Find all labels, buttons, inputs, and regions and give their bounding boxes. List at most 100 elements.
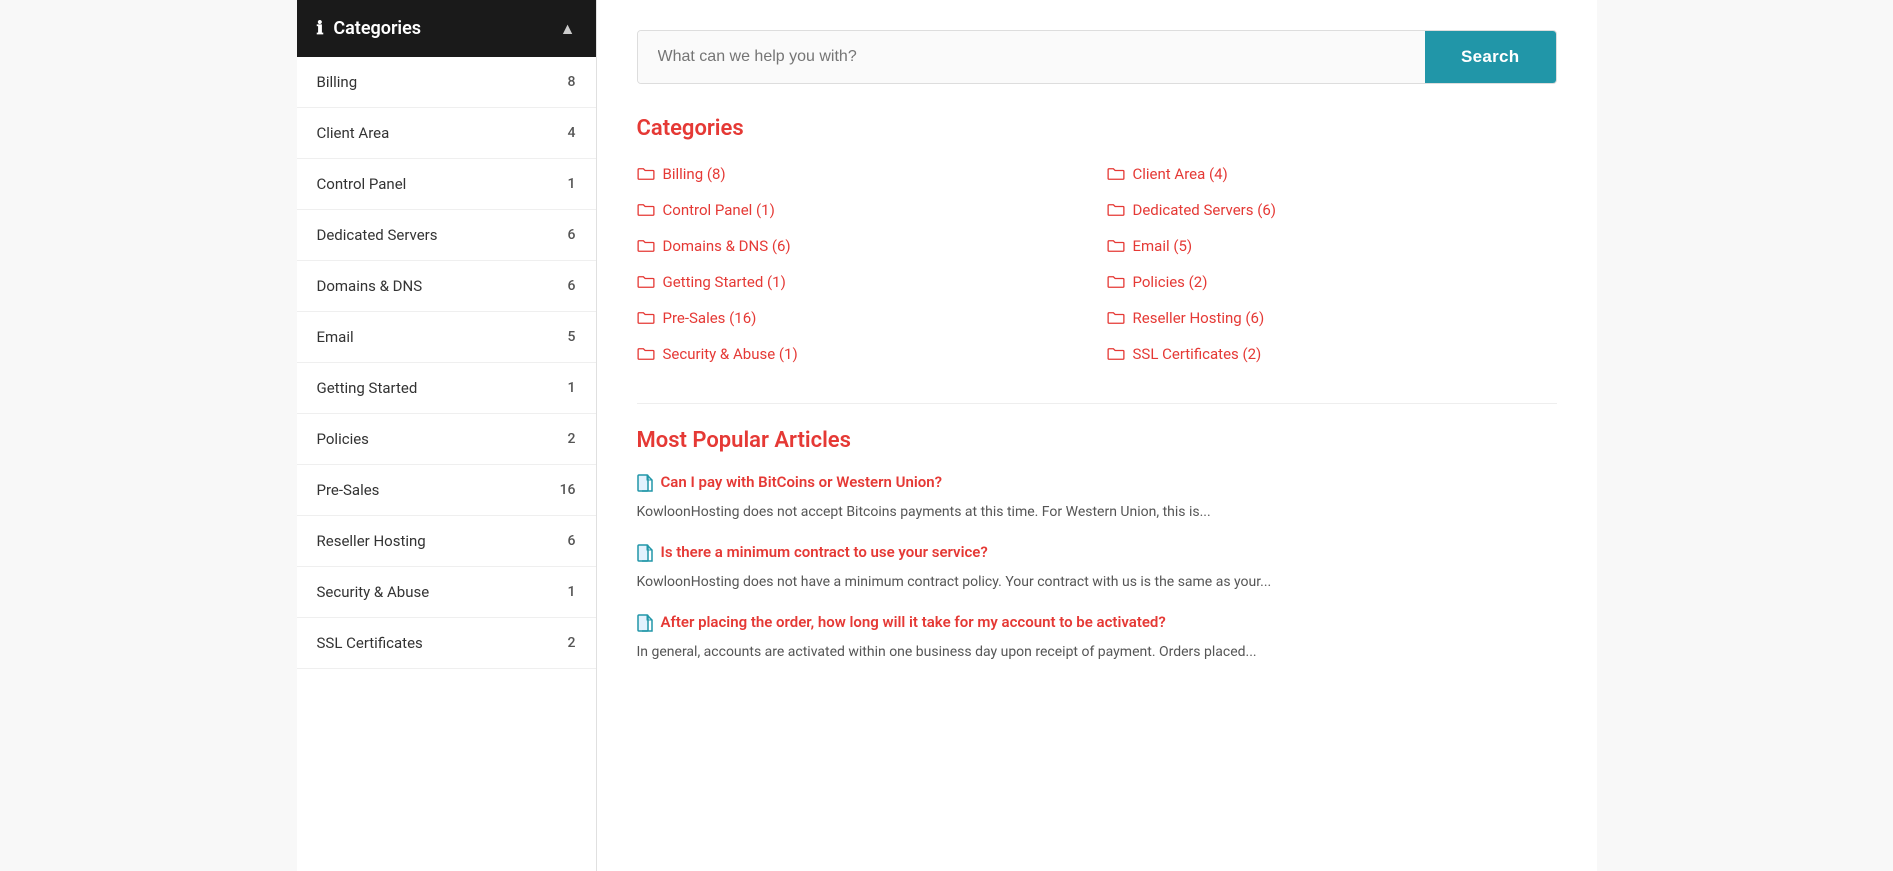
sidebar-item-count: 1 <box>568 176 576 192</box>
popular-articles-title: Most Popular Articles <box>637 428 1557 453</box>
folder-icon <box>1107 347 1125 361</box>
category-label: Email (5) <box>1133 237 1193 255</box>
category-label: Client Area (4) <box>1133 165 1228 183</box>
sidebar-item-label: Reseller Hosting <box>317 532 426 550</box>
sidebar-item-count: 6 <box>568 278 576 294</box>
sidebar-item-count: 4 <box>568 125 576 141</box>
article-item: Is there a minimum contract to use your … <box>637 543 1557 593</box>
sidebar: ℹ Categories ▲ Billing 8 Client Area 4 C… <box>297 0 597 871</box>
document-icon <box>637 544 653 566</box>
sidebar-item[interactable]: Policies 2 <box>297 414 596 465</box>
category-label: Domains & DNS (6) <box>663 237 791 255</box>
folder-icon <box>1107 311 1125 325</box>
sidebar-item-label: Dedicated Servers <box>317 226 438 244</box>
popular-articles-section: Most Popular Articles Can I pay with Bit… <box>637 428 1557 663</box>
sidebar-item-count: 16 <box>560 482 576 498</box>
category-label: Dedicated Servers (6) <box>1133 201 1277 219</box>
category-label: Billing (8) <box>663 165 726 183</box>
folder-icon <box>1107 167 1125 181</box>
category-item[interactable]: Getting Started (1) <box>637 269 1087 295</box>
article-item: Can I pay with BitCoins or Western Union… <box>637 473 1557 523</box>
sidebar-item-count: 2 <box>568 635 576 651</box>
category-label: Policies (2) <box>1133 273 1208 291</box>
search-input[interactable] <box>638 31 1425 83</box>
article-item: After placing the order, how long will i… <box>637 613 1557 663</box>
sidebar-item-label: Pre-Sales <box>317 481 380 499</box>
category-label: Reseller Hosting (6) <box>1133 309 1265 327</box>
category-label: Getting Started (1) <box>663 273 786 291</box>
article-link[interactable]: Is there a minimum contract to use your … <box>637 543 1557 566</box>
sidebar-item-count: 8 <box>568 74 576 90</box>
sidebar-item[interactable]: Email 5 <box>297 312 596 363</box>
category-item[interactable]: SSL Certificates (2) <box>1107 341 1557 367</box>
categories-title: Categories <box>637 116 1557 141</box>
article-link[interactable]: Can I pay with BitCoins or Western Union… <box>637 473 1557 496</box>
sidebar-item[interactable]: Dedicated Servers 6 <box>297 210 596 261</box>
sidebar-header-left: ℹ Categories <box>317 18 422 39</box>
sidebar-header: ℹ Categories ▲ <box>297 0 596 57</box>
sidebar-item-label: Billing <box>317 73 358 91</box>
search-button[interactable]: Search <box>1425 31 1556 83</box>
folder-icon <box>637 203 655 217</box>
folder-icon <box>637 239 655 253</box>
articles-list: Can I pay with BitCoins or Western Union… <box>637 473 1557 663</box>
document-icon <box>637 474 653 496</box>
category-item[interactable]: Reseller Hosting (6) <box>1107 305 1557 331</box>
sidebar-item[interactable]: Control Panel 1 <box>297 159 596 210</box>
sidebar-item-label: Domains & DNS <box>317 277 423 295</box>
sidebar-item[interactable]: Pre-Sales 16 <box>297 465 596 516</box>
categories-section: Categories Billing (8) Client Area (4) C… <box>637 116 1557 367</box>
categories-grid: Billing (8) Client Area (4) Control Pane… <box>637 161 1557 367</box>
article-title: After placing the order, how long will i… <box>661 613 1166 631</box>
sidebar-item[interactable]: Security & Abuse 1 <box>297 567 596 618</box>
sidebar-item[interactable]: Getting Started 1 <box>297 363 596 414</box>
article-excerpt: KowloonHosting does not have a minimum c… <box>637 572 1557 593</box>
sidebar-item-count: 6 <box>568 533 576 549</box>
category-label: Control Panel (1) <box>663 201 775 219</box>
sidebar-item-label: Security & Abuse <box>317 583 430 601</box>
sidebar-items-list: Billing 8 Client Area 4 Control Panel 1 … <box>297 57 596 669</box>
article-title: Can I pay with BitCoins or Western Union… <box>661 473 942 491</box>
sidebar-item[interactable]: Client Area 4 <box>297 108 596 159</box>
sidebar-item-label: SSL Certificates <box>317 634 423 652</box>
folder-icon <box>637 347 655 361</box>
info-icon: ℹ <box>317 18 324 39</box>
sidebar-item-count: 6 <box>568 227 576 243</box>
category-item[interactable]: Control Panel (1) <box>637 197 1087 223</box>
article-link[interactable]: After placing the order, how long will i… <box>637 613 1557 636</box>
search-bar: Search <box>637 30 1557 84</box>
sidebar-item[interactable]: SSL Certificates 2 <box>297 618 596 669</box>
sidebar-item[interactable]: Billing 8 <box>297 57 596 108</box>
sidebar-item-label: Getting Started <box>317 379 418 397</box>
category-item[interactable]: Domains & DNS (6) <box>637 233 1087 259</box>
sidebar-item[interactable]: Reseller Hosting 6 <box>297 516 596 567</box>
category-item[interactable]: Billing (8) <box>637 161 1087 187</box>
sidebar-item-label: Client Area <box>317 124 390 142</box>
category-item[interactable]: Dedicated Servers (6) <box>1107 197 1557 223</box>
sidebar-item-count: 1 <box>568 380 576 396</box>
sidebar-item-count: 1 <box>568 584 576 600</box>
article-title: Is there a minimum contract to use your … <box>661 543 988 561</box>
sidebar-item-count: 2 <box>568 431 576 447</box>
main-content: Search Categories Billing (8) Client Are… <box>597 0 1597 871</box>
category-label: Security & Abuse (1) <box>663 345 798 363</box>
category-item[interactable]: Policies (2) <box>1107 269 1557 295</box>
sidebar-title: Categories <box>333 18 421 39</box>
folder-icon <box>637 311 655 325</box>
folder-icon <box>637 167 655 181</box>
category-item[interactable]: Email (5) <box>1107 233 1557 259</box>
sidebar-item[interactable]: Domains & DNS 6 <box>297 261 596 312</box>
sidebar-item-label: Control Panel <box>317 175 407 193</box>
chevron-up-icon: ▲ <box>560 19 576 39</box>
category-item[interactable]: Pre-Sales (16) <box>637 305 1087 331</box>
category-item[interactable]: Client Area (4) <box>1107 161 1557 187</box>
folder-icon <box>1107 239 1125 253</box>
category-label: Pre-Sales (16) <box>663 309 757 327</box>
article-excerpt: KowloonHosting does not accept Bitcoins … <box>637 502 1557 523</box>
sidebar-item-label: Policies <box>317 430 369 448</box>
article-excerpt: In general, accounts are activated withi… <box>637 642 1557 663</box>
folder-icon <box>1107 203 1125 217</box>
folder-icon <box>1107 275 1125 289</box>
sidebar-item-count: 5 <box>568 329 576 345</box>
category-item[interactable]: Security & Abuse (1) <box>637 341 1087 367</box>
